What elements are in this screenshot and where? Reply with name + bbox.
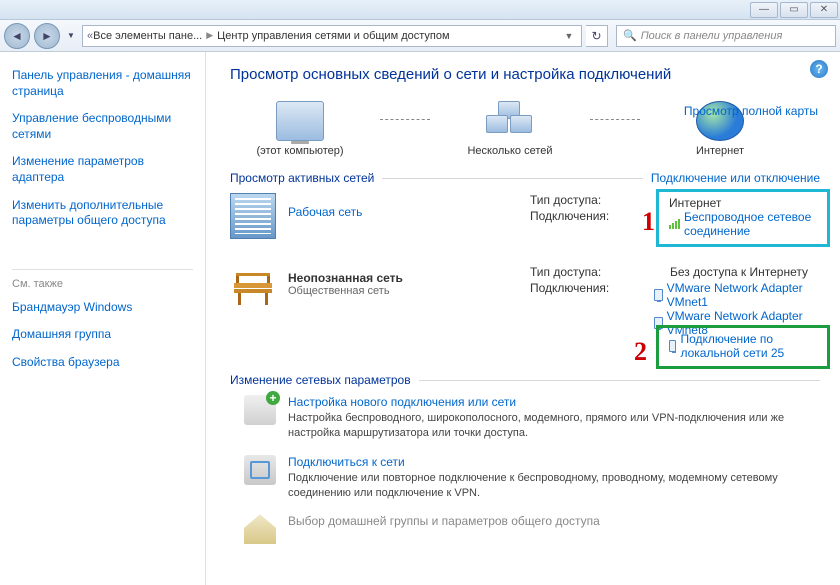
minimize-button[interactable]: —	[750, 2, 778, 18]
setting-desc: Настройка беспроводного, широкополосного…	[288, 411, 820, 441]
sidebar-item-sharing[interactable]: Изменить дополнительные параметры общего…	[12, 198, 193, 229]
new-connection-icon	[244, 395, 276, 425]
back-button[interactable]: ◄	[4, 23, 30, 49]
sidebar-item-wireless[interactable]: Управление беспроводными сетями	[12, 111, 193, 142]
network-type-text: Общественная сеть	[288, 285, 403, 297]
sidebar-also-browser[interactable]: Свойства браузера	[12, 355, 193, 371]
access-type-label: Тип доступа:	[530, 193, 640, 207]
search-icon: 🔍	[623, 29, 637, 42]
networks-icon	[486, 101, 534, 141]
access-type-label: Тип доступа:	[530, 265, 640, 279]
sidebar-separator	[12, 269, 193, 270]
window-titlebar: — ▭ ✕	[0, 0, 840, 20]
wireless-connection-link[interactable]: Беспроводное сетевое соединение	[669, 210, 817, 238]
full-map-link[interactable]: Просмотр полной карты	[684, 104, 818, 118]
help-icon[interactable]: ?	[810, 60, 828, 78]
active-networks-header: Просмотр активных сетей	[230, 171, 374, 185]
refresh-button[interactable]: ↻	[586, 25, 608, 47]
breadcrumb-seg-2[interactable]: Центр управления сетями и общим доступом	[217, 30, 449, 42]
chevron-right-icon: ▶	[206, 30, 213, 41]
address-dropdown[interactable]: ▼	[561, 31, 577, 41]
setting-title[interactable]: Выбор домашней группы и параметров общег…	[288, 514, 600, 528]
annotation-2: 2	[634, 337, 647, 367]
sidebar: Панель управления - домашняя страница Уп…	[0, 52, 206, 585]
this-pc-label: (этот компьютер)	[230, 145, 370, 157]
main-content: ? Просмотр основных сведений о сети и на…	[206, 52, 840, 585]
setting-title[interactable]: Подключиться к сети	[288, 455, 820, 469]
sidebar-also-homegroup[interactable]: Домашняя группа	[12, 327, 193, 343]
breadcrumb-seg-1[interactable]: Все элементы пане...	[93, 30, 202, 42]
nav-bar: ◄ ► ▼ « Все элементы пане... ▶ Центр упр…	[0, 20, 840, 52]
setting-connect-network[interactable]: Подключиться к сети Подключение или повт…	[230, 455, 820, 501]
search-input[interactable]: 🔍 Поиск в панели управления	[616, 25, 836, 47]
connect-icon	[244, 455, 276, 485]
maximize-button[interactable]: ▭	[780, 2, 808, 18]
bench-icon	[230, 265, 276, 311]
close-button[interactable]: ✕	[810, 2, 838, 18]
connections-label: Подключения:	[530, 281, 624, 337]
network-name-link[interactable]: Рабочая сеть	[288, 205, 362, 219]
access-value: Без доступа к Интернету	[670, 265, 808, 279]
highlight-box-2: Подключение по локальной сети 25	[656, 325, 830, 369]
page-title: Просмотр основных сведений о сети и наст…	[230, 66, 820, 83]
network-row-2: Неопознанная сеть Общественная сеть Тип …	[230, 265, 820, 339]
connect-disconnect-link[interactable]: Подключение или отключение	[651, 171, 820, 185]
settings-header: Изменение сетевых параметров	[230, 373, 411, 387]
setting-title[interactable]: Настройка нового подключения или сети	[288, 395, 820, 409]
home-icon	[244, 514, 276, 544]
access-value: Интернет	[669, 196, 817, 210]
map-connector	[590, 119, 640, 120]
vmnet1-link[interactable]: VMware Network Adapter VMnet1	[654, 281, 820, 309]
history-dropdown[interactable]: ▼	[64, 23, 78, 49]
annotation-1: 1	[642, 207, 655, 237]
highlight-box-1: Интернет Беспроводное сетевое соединение	[656, 189, 830, 247]
sidebar-item-adapter[interactable]: Изменение параметров адаптера	[12, 154, 193, 185]
address-bar[interactable]: « Все элементы пане... ▶ Центр управлени…	[82, 25, 582, 47]
signal-icon	[669, 219, 680, 229]
map-connector	[380, 119, 430, 120]
sidebar-also-firewall[interactable]: Брандмауэр Windows	[12, 300, 193, 316]
sidebar-also-label: См. также	[12, 278, 193, 290]
connections-label: Подключения:	[530, 209, 640, 223]
sidebar-home-link[interactable]: Панель управления - домашняя страница	[12, 68, 193, 99]
forward-button[interactable]: ►	[34, 23, 60, 49]
this-pc-icon	[276, 101, 324, 141]
setting-new-connection[interactable]: Настройка нового подключения или сети На…	[230, 395, 820, 441]
ethernet-icon	[669, 340, 676, 352]
network-row-1: Рабочая сеть Тип доступа: Подключения: 1…	[230, 193, 820, 239]
network-name-text: Неопознанная сеть	[288, 271, 403, 285]
networks-label: Несколько сетей	[440, 145, 580, 157]
work-network-icon	[230, 193, 276, 239]
ethernet-icon	[654, 289, 663, 301]
setting-homegroup[interactable]: Выбор домашней группы и параметров общег…	[230, 514, 820, 544]
setting-desc: Подключение или повторное подключение к …	[288, 471, 820, 501]
lan25-link[interactable]: Подключение по локальной сети 25	[669, 332, 817, 360]
search-placeholder: Поиск в панели управления	[641, 30, 783, 42]
internet-label: Интернет	[650, 145, 790, 157]
